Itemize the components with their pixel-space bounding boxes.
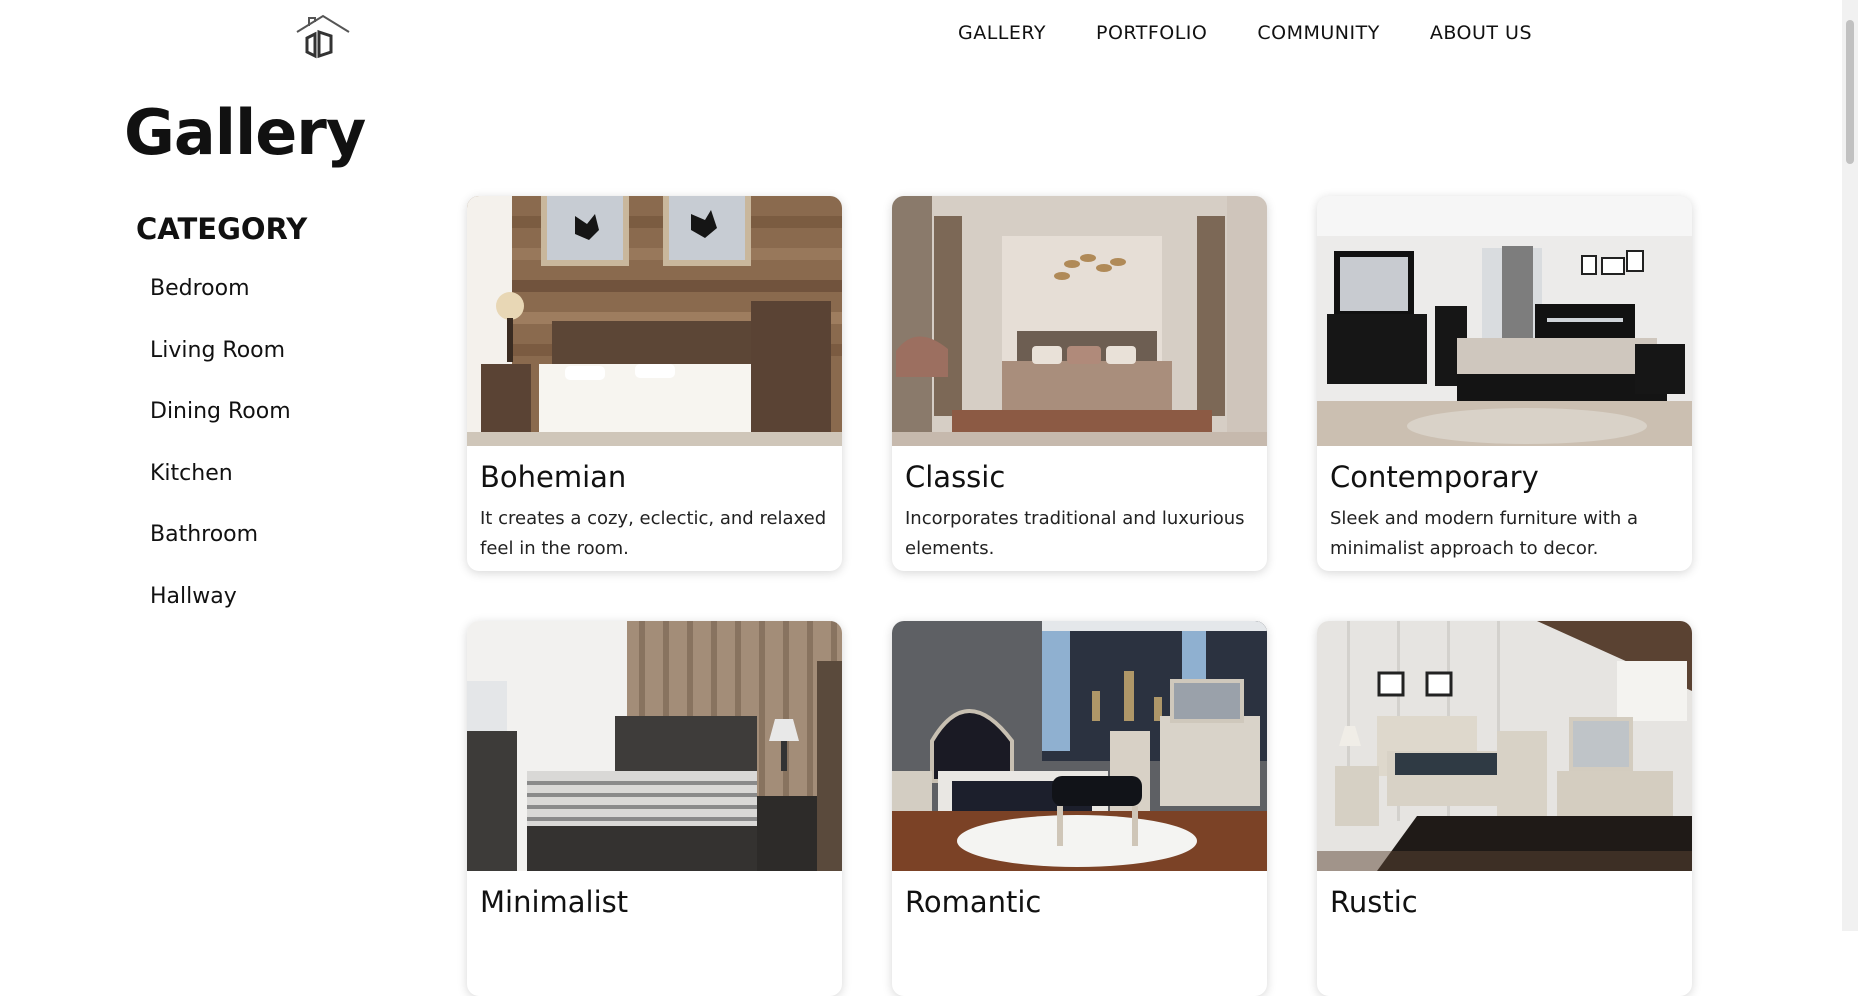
logo[interactable]	[293, 14, 353, 60]
category-item-dining-room[interactable]: Dining Room	[150, 399, 291, 461]
card-title: Bohemian	[480, 460, 627, 494]
style-card-classic[interactable]: Classic Incorporates traditional and lux…	[892, 196, 1267, 571]
top-nav: GALLERY PORTFOLIO COMMUNITY ABOUT US	[958, 22, 1532, 44]
bohemian-room-image	[467, 196, 842, 446]
category-item-bathroom[interactable]: Bathroom	[150, 522, 291, 584]
nav-about-us[interactable]: ABOUT US	[1430, 22, 1532, 44]
card-title: Minimalist	[480, 885, 629, 919]
category-heading: CATEGORY	[136, 212, 308, 246]
minimalist-room-image	[467, 621, 842, 871]
style-card-contemporary[interactable]: Contemporary Sleek and modern furniture …	[1317, 196, 1692, 571]
nav-community[interactable]: COMMUNITY	[1257, 22, 1379, 44]
category-list: Bedroom Living Room Dining Room Kitchen …	[150, 276, 291, 645]
category-item-hallway[interactable]: Hallway	[150, 584, 291, 646]
style-card-rustic[interactable]: Rustic	[1317, 621, 1692, 996]
page-scrollbar[interactable]	[1842, 0, 1858, 931]
style-card-bohemian[interactable]: Bohemian It creates a cozy, eclectic, an…	[467, 196, 842, 571]
romantic-room-image	[892, 621, 1267, 871]
page-title: Gallery	[124, 96, 366, 169]
card-title: Rustic	[1330, 885, 1418, 919]
card-description: It creates a cozy, eclectic, and relaxed…	[480, 508, 827, 559]
nav-portfolio[interactable]: PORTFOLIO	[1096, 22, 1207, 44]
gallery-grid: Bohemian It creates a cozy, eclectic, an…	[467, 196, 1692, 996]
card-description: Incorporates traditional and luxurious e…	[905, 508, 1245, 559]
style-card-minimalist[interactable]: Minimalist	[467, 621, 842, 996]
house-logo-icon	[296, 14, 350, 59]
card-title: Contemporary	[1330, 460, 1539, 494]
classic-room-image	[892, 196, 1267, 446]
scrollbar-thumb[interactable]	[1846, 20, 1854, 164]
card-description: Sleek and modern furniture with a minima…	[1330, 508, 1639, 559]
nav-gallery[interactable]: GALLERY	[958, 22, 1046, 44]
category-item-bedroom[interactable]: Bedroom	[150, 276, 291, 338]
category-item-kitchen[interactable]: Kitchen	[150, 461, 291, 523]
contemporary-room-image	[1317, 196, 1692, 446]
rustic-room-image	[1317, 621, 1692, 871]
card-title: Classic	[905, 460, 1006, 494]
style-card-romantic[interactable]: Romantic	[892, 621, 1267, 996]
card-title: Romantic	[905, 885, 1042, 919]
category-item-living-room[interactable]: Living Room	[150, 338, 291, 400]
